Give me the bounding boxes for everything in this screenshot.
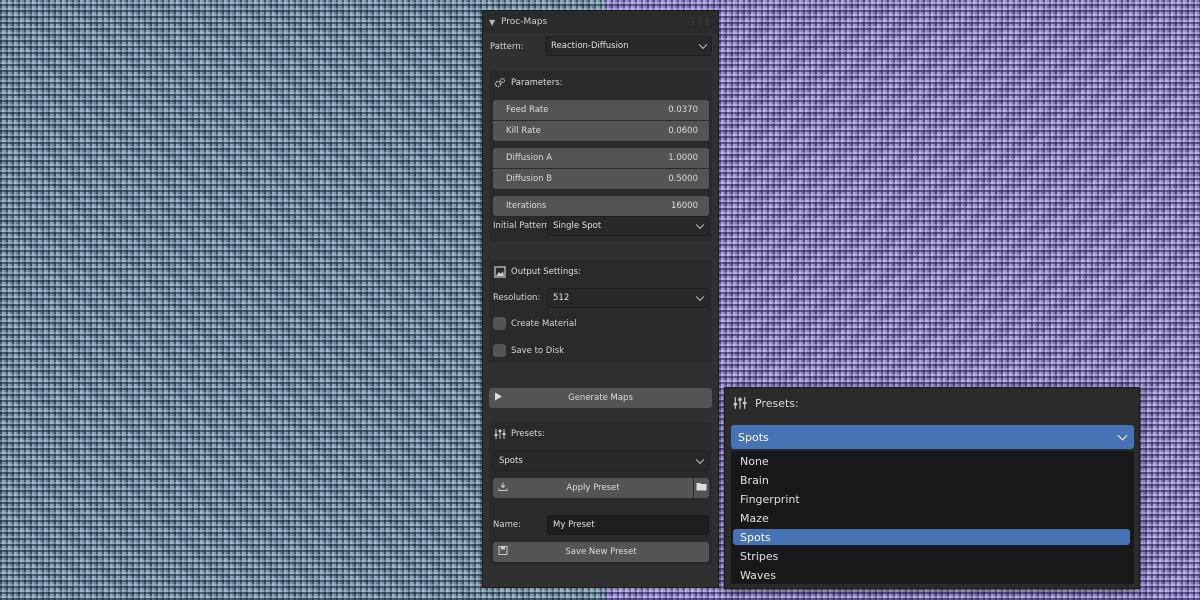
diffusion-a-label: Diffusion A	[506, 153, 553, 163]
option-label: Waves	[740, 568, 776, 582]
kill-rate-value: 0.0600	[668, 126, 698, 136]
option-label: Fingerprint	[740, 492, 800, 506]
resolution-dropdown[interactable]: 512	[547, 288, 709, 308]
diffusion-b-field[interactable]: Diffusion B 0.5000	[493, 169, 709, 189]
generate-maps-button[interactable]: Generate Maps	[489, 388, 712, 408]
panel-title: Proc-Maps	[501, 17, 548, 27]
create-material-row[interactable]: Create Material	[493, 317, 576, 330]
popup-header: Presets:	[733, 396, 799, 410]
image-icon	[494, 266, 506, 278]
option-label: Stripes	[740, 549, 779, 563]
save-to-disk-row[interactable]: Save to Disk	[493, 344, 564, 357]
parameters-title: Parameters:	[511, 78, 563, 88]
preset-name-label: Name:	[493, 520, 521, 530]
collapse-chevron-icon[interactable]: ▼	[489, 18, 499, 27]
resolution-label: Resolution:	[493, 293, 541, 303]
import-icon	[498, 482, 508, 495]
kill-rate-field[interactable]: Kill Rate 0.0600	[493, 121, 709, 141]
save-to-disk-label: Save to Disk	[511, 345, 565, 356]
diffusion-b-label: Diffusion B	[506, 174, 553, 184]
popup-preset-dropdown[interactable]: Spots	[731, 425, 1134, 449]
diffusion-a-field[interactable]: Diffusion A 1.0000	[493, 148, 709, 168]
create-material-checkbox[interactable]	[493, 317, 506, 330]
preset-option-maze[interactable]: Maze	[733, 510, 1130, 526]
apply-preset-button[interactable]: Apply Preset	[493, 478, 693, 498]
presets-title: Presets:	[511, 429, 545, 439]
save-new-preset-label: Save New Preset	[565, 547, 637, 557]
popup-selected-value: Spots	[738, 430, 769, 444]
preset-option-spots[interactable]: Spots	[733, 529, 1130, 545]
iterations-field[interactable]: Iterations 16000	[493, 196, 709, 216]
preset-option-none[interactable]: None	[733, 453, 1130, 469]
option-label: None	[740, 454, 769, 468]
pattern-value: Reaction-Diffusion	[551, 41, 629, 51]
save-new-preset-button[interactable]: Save New Preset	[493, 542, 709, 562]
parameters-header: Parameters:	[494, 77, 563, 89]
option-label: Spots	[740, 530, 771, 544]
sliders-icon	[733, 396, 747, 410]
option-label: Maze	[740, 511, 769, 525]
sliders-icon	[494, 428, 506, 440]
preset-dropdown[interactable]: Spots	[493, 451, 709, 471]
preset-options-list: None Brain Fingerprint Maze Spots Stripe…	[731, 451, 1134, 584]
open-folder-button[interactable]	[694, 478, 709, 498]
preset-dropdown-value: Spots	[499, 456, 523, 466]
preset-option-waves[interactable]: Waves	[733, 567, 1130, 583]
preset-name-value: My Preset	[553, 520, 595, 530]
pattern-dropdown[interactable]: Reaction-Diffusion	[545, 36, 712, 56]
feed-rate-field[interactable]: Feed Rate 0.0370	[493, 100, 709, 120]
folder-icon	[696, 482, 707, 494]
output-settings-header: Output Settings:	[494, 266, 581, 278]
resolution-value: 512	[553, 293, 570, 303]
play-icon	[494, 392, 503, 405]
preset-option-stripes[interactable]: Stripes	[733, 548, 1130, 564]
save-to-disk-checkbox[interactable]	[493, 344, 506, 357]
preset-option-fingerprint[interactable]: Fingerprint	[733, 491, 1130, 507]
chevron-down-icon	[695, 455, 705, 465]
initial-pattern-dropdown[interactable]: Single Spot	[547, 216, 709, 236]
output-settings-title: Output Settings:	[511, 267, 581, 277]
diffusion-a-value: 1.0000	[668, 153, 698, 163]
gears-icon	[494, 77, 506, 89]
presets-header: Presets:	[494, 428, 545, 440]
diffusion-b-value: 0.5000	[668, 174, 698, 184]
presets-popup: Presets: Spots None Brain Fingerprint Ma…	[724, 387, 1140, 589]
save-disk-icon	[498, 546, 508, 559]
panel-header[interactable]: ▼ Proc-Maps ⋮⋮⋮	[483, 11, 718, 33]
iterations-value: 16000	[670, 201, 698, 211]
chevron-down-icon	[698, 40, 708, 50]
pattern-label: Pattern:	[490, 42, 524, 52]
preset-name-input[interactable]: My Preset	[547, 515, 709, 535]
preset-option-brain[interactable]: Brain	[733, 472, 1130, 488]
generate-maps-label: Generate Maps	[568, 393, 633, 403]
kill-rate-label: Kill Rate	[506, 126, 541, 136]
drag-handle-icon[interactable]: ⋮⋮⋮	[689, 17, 711, 26]
chevron-down-icon	[695, 292, 705, 302]
iterations-label: Iterations	[506, 201, 547, 211]
popup-title: Presets:	[755, 396, 799, 410]
chevron-down-icon	[1117, 430, 1128, 441]
create-material-label: Create Material	[511, 318, 577, 329]
feed-rate-value: 0.0370	[668, 105, 698, 115]
feed-rate-label: Feed Rate	[506, 105, 549, 115]
apply-preset-label: Apply Preset	[566, 483, 620, 493]
initial-pattern-value: Single Spot	[553, 221, 602, 231]
option-label: Brain	[740, 473, 769, 487]
proc-maps-panel: ▼ Proc-Maps ⋮⋮⋮ Pattern: Reaction-Diffus…	[482, 10, 719, 588]
initial-pattern-label: Initial Pattern:	[493, 221, 553, 231]
chevron-down-icon	[695, 220, 705, 230]
